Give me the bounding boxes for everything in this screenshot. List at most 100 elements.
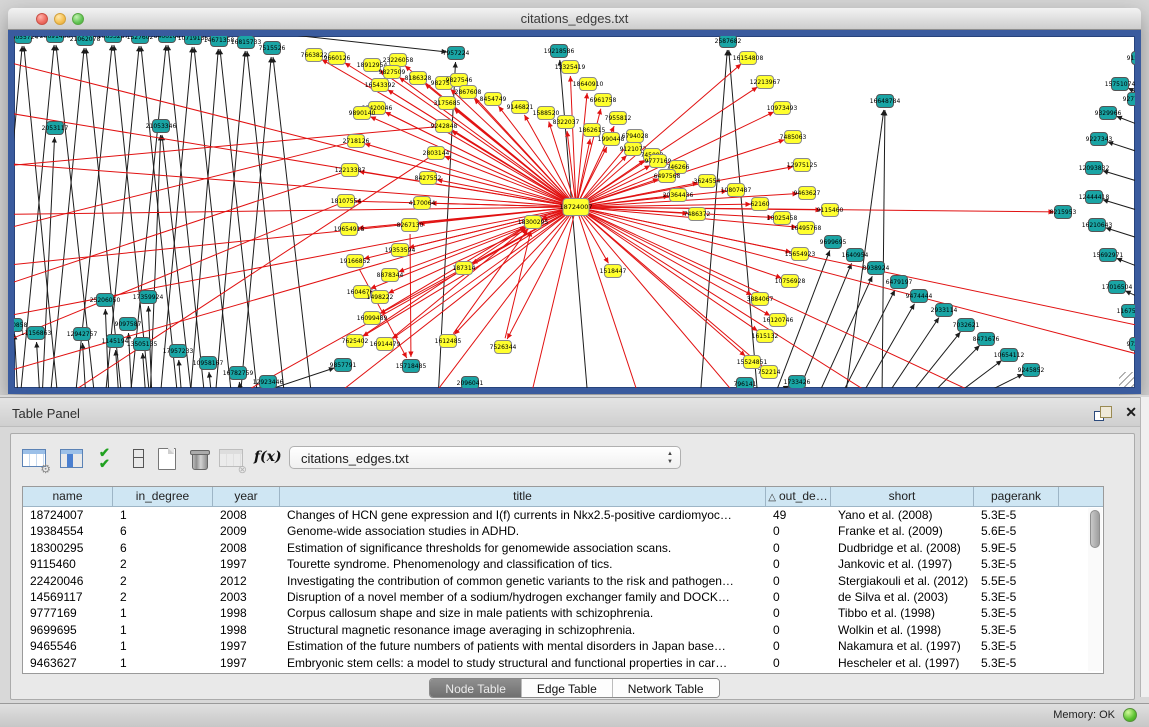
table-row[interactable]: 1830029562008Estimation of significance … [23, 540, 1103, 556]
edge-arrowhead-icon [996, 360, 1002, 365]
table-cell: 18724007 [23, 507, 113, 523]
close-panel-icon[interactable]: ✕ [1125, 404, 1137, 421]
graph-node-label: 9159585 [1127, 55, 1135, 62]
column-header-year[interactable]: year [213, 487, 280, 506]
graph-node-label: 2053117 [42, 125, 69, 132]
network-canvas[interactable]: 2405572420691406210620781065328715276028… [14, 36, 1135, 388]
graph-node-label: 18640910 [573, 81, 604, 88]
network-table-select-value: citations_edges.txt [301, 451, 409, 466]
window-titlebar[interactable]: citations_edges.txt [8, 8, 1141, 30]
graph-node-label: 10653287 [98, 36, 129, 40]
edge-arrowhead-icon [103, 309, 108, 315]
side-panel-strip [1140, 397, 1149, 697]
table-cell: Estimation of the future numbers of pati… [280, 638, 766, 654]
table-row[interactable]: 1938455462009Genome-wide association stu… [23, 523, 1103, 539]
vertical-scrollbar[interactable] [1088, 508, 1102, 671]
column-settings-icon[interactable] [57, 446, 85, 472]
table-cell: 0 [766, 589, 831, 605]
table-cell: 0 [766, 605, 831, 621]
column-header-in_degree[interactable]: in_degree [113, 487, 213, 506]
table-row[interactable]: 2242004622012Investigating the contribut… [23, 573, 1103, 589]
new-document-icon[interactable] [153, 446, 181, 472]
column-header-out_de[interactable]: △out_de… [766, 487, 831, 506]
graph-node-label: 2718126 [343, 138, 370, 145]
table-row[interactable]: 1456911722003Disruption of a novel membe… [23, 589, 1103, 605]
tab-network-table[interactable]: Network Table [612, 679, 719, 697]
node-table: namein_degreeyeartitle△out_de…shortpager… [22, 486, 1104, 674]
table-row[interactable]: 977716911998Corpus callosum shape and si… [23, 605, 1103, 621]
resize-grip-icon[interactable] [1119, 372, 1134, 387]
graph-edge [584, 211, 770, 315]
graph-node-label: 1588520 [533, 110, 560, 117]
vertical-cells-icon[interactable] [123, 446, 151, 472]
graph-edge [130, 45, 166, 388]
float-panel-icon[interactable] [1093, 406, 1111, 421]
table-cell: 5.3E-5 [974, 622, 1059, 638]
table-row[interactable]: 911546021997Tourette syndrome. Phenomeno… [23, 556, 1103, 572]
graph-node-label: 9660126 [324, 55, 351, 62]
graph-edge [14, 209, 567, 325]
graph-node-label: 1498222 [367, 294, 394, 301]
graph-edge [530, 216, 574, 388]
graph-edge [581, 215, 609, 263]
graph-node-label: 16914479 [370, 341, 401, 348]
select-functions-icon[interactable]: ✔ ✔ [95, 446, 123, 472]
graph-node-label: 17359924 [133, 294, 164, 301]
graph-edge [160, 47, 192, 388]
table-cell: 2008 [213, 540, 280, 556]
tab-node-table[interactable]: Node Table [430, 679, 521, 697]
graph-edge [430, 214, 571, 388]
column-header-name[interactable]: name [23, 487, 113, 506]
table-row[interactable]: 946554611997Estimation of the future num… [23, 638, 1103, 654]
scrollbar-thumb[interactable] [1090, 510, 1100, 548]
graph-node-label: 21062078 [70, 36, 101, 43]
edge-arrowhead-icon [498, 106, 503, 112]
table-cell: 1 [113, 655, 213, 671]
table-row[interactable]: 946362711997Embryonic stem cells: a mode… [23, 655, 1103, 671]
graph-node-label: 2933114 [931, 307, 958, 314]
graph-node-label: 7515526 [259, 45, 286, 52]
table-cell: 14569117 [23, 589, 113, 605]
graph-node-label: 8454749 [480, 96, 507, 103]
graph-node-label: 16495768 [791, 225, 822, 232]
table-cell: 5.3E-5 [974, 655, 1059, 671]
column-header-title[interactable]: title [280, 487, 766, 506]
graph-node-label: 8215953 [1050, 209, 1077, 216]
table-row[interactable]: 969969511998Structural magnetic resonanc… [23, 622, 1103, 638]
graph-node-label: 15751074 [1105, 81, 1135, 88]
graph-node-label: 8938924 [863, 265, 890, 272]
graph-node-label: 18107554 [331, 198, 362, 205]
table-panel-body: ⚙✔ ✔⊗f(x) citations_edges.txt ▲▼ namein_… [10, 433, 1135, 700]
graph-node-label: 1590858 [14, 322, 28, 329]
graph-node-label: 9115460 [817, 207, 844, 214]
graph-node-label: 9857791 [330, 362, 357, 369]
table-row[interactable]: 1872400712008Changes of HCN gene express… [23, 507, 1103, 523]
graph-edge [240, 57, 271, 388]
graph-node-label: 7526344 [490, 344, 517, 351]
tab-edge-table[interactable]: Edge Table [521, 679, 612, 697]
table-cell: 19384554 [23, 523, 113, 539]
graph-edge [42, 137, 55, 388]
table-header-row: namein_degreeyeartitle△out_de…shortpager… [23, 487, 1103, 507]
graph-node-label: 16815733 [231, 39, 262, 46]
table-settings-icon[interactable]: ⚙ [21, 446, 49, 472]
function-builder-icon[interactable]: f(x) [251, 446, 279, 472]
network-table-select[interactable]: citations_edges.txt ▲▼ [289, 446, 681, 469]
edge-arrowhead-icon [934, 317, 939, 323]
column-header-pagerank[interactable]: pagerank [974, 487, 1059, 506]
table-cell: 2 [113, 573, 213, 589]
table-cell: 5.3E-5 [974, 589, 1059, 605]
table-cell: 5.3E-5 [974, 556, 1059, 572]
table-cell: Nakamura et al. (1997) [831, 638, 974, 654]
table-cell: 2012 [213, 573, 280, 589]
column-header-short[interactable]: short [831, 487, 974, 506]
graph-node-label: 19218586 [544, 48, 575, 55]
delete-trash-icon[interactable] [185, 446, 213, 472]
graph-node-label: 16782759 [223, 370, 254, 377]
table-tabs: Node TableEdge TableNetwork Table [429, 678, 719, 698]
graph-node-label: 3624554 [694, 178, 721, 185]
graph-node-label: 20691406 [40, 36, 71, 40]
edge-arrowhead-icon [345, 63, 351, 68]
table-cell: Franke et al. (2009) [831, 523, 974, 539]
graph-node-label: 17016504 [1102, 284, 1133, 291]
